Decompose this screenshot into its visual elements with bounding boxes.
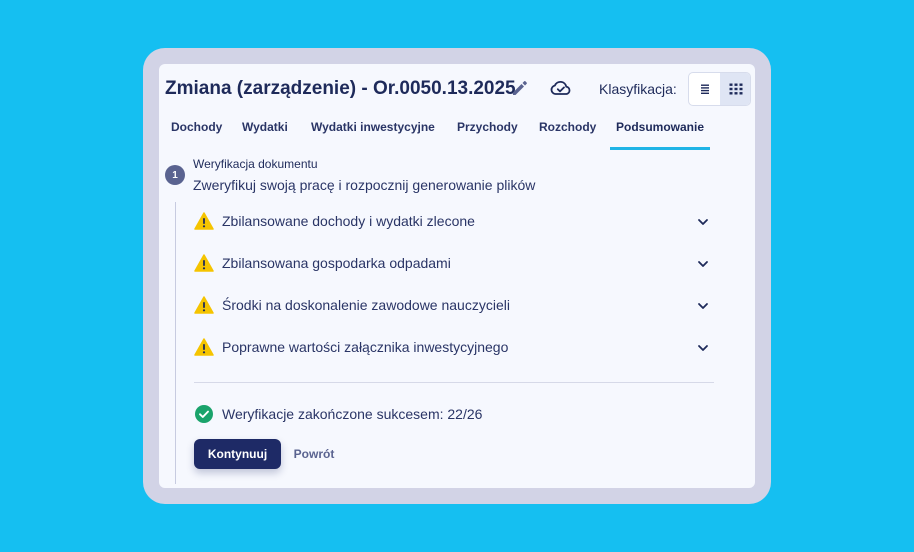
step-description: Zweryfikuj swoją pracę i rozpocznij gene… bbox=[193, 177, 536, 193]
chevron-down-icon[interactable] bbox=[696, 215, 710, 229]
view-toggle bbox=[688, 72, 751, 106]
tab-przychody[interactable]: Przychody bbox=[457, 116, 518, 150]
warning-icon bbox=[194, 338, 214, 356]
page-title: Zmiana (zarządzenie) - Or.0050.13.2025 bbox=[165, 78, 516, 99]
chevron-down-icon[interactable] bbox=[696, 341, 710, 355]
chevron-down-icon[interactable] bbox=[696, 257, 710, 271]
check-item-label: Środki na doskonalenie zawodowe nauczyci… bbox=[222, 297, 510, 313]
check-item[interactable]: Środki na doskonalenie zawodowe nauczyci… bbox=[194, 291, 714, 321]
back-button[interactable]: Powrót bbox=[289, 439, 339, 469]
warning-icon bbox=[194, 254, 214, 272]
active-tab-indicator bbox=[610, 147, 710, 150]
list-view-button[interactable] bbox=[689, 73, 720, 105]
tab-rozchody[interactable]: Rozchody bbox=[539, 116, 596, 150]
check-item-label: Zbilansowana gospodarka odpadami bbox=[222, 255, 451, 271]
step-connector-line bbox=[175, 202, 176, 484]
list-view-icon bbox=[700, 84, 709, 94]
warning-icon bbox=[194, 212, 214, 230]
tab-bar: Dochody Wydatki Wydatki inwestycyjne Prz… bbox=[159, 116, 755, 150]
cloud-check-icon[interactable] bbox=[549, 78, 573, 98]
check-item[interactable]: Poprawne wartości załącznika inwestycyjn… bbox=[194, 333, 714, 363]
document-card: Zmiana (zarządzenie) - Or.0050.13.2025 K… bbox=[159, 64, 755, 488]
grid-view-button[interactable] bbox=[720, 73, 750, 105]
grid-view-icon bbox=[729, 83, 742, 95]
warning-icon bbox=[194, 296, 214, 314]
check-item[interactable]: Zbilansowane dochody i wydatki zlecone bbox=[194, 207, 714, 237]
app-frame: Zmiana (zarządzenie) - Or.0050.13.2025 K… bbox=[143, 48, 771, 504]
check-circle-icon bbox=[195, 405, 213, 423]
tab-wydatki-inwestycyjne[interactable]: Wydatki inwestycyjne bbox=[311, 116, 435, 150]
step-title: Weryfikacja dokumentu bbox=[193, 157, 318, 171]
pencil-icon[interactable] bbox=[510, 78, 530, 98]
check-item[interactable]: Zbilansowana gospodarka odpadami bbox=[194, 249, 714, 279]
tab-dochody[interactable]: Dochody bbox=[171, 116, 222, 150]
header: Zmiana (zarządzenie) - Or.0050.13.2025 K… bbox=[165, 72, 751, 106]
chevron-down-icon[interactable] bbox=[696, 299, 710, 313]
tab-podsumowanie[interactable]: Podsumowanie bbox=[616, 116, 704, 150]
step-number-badge: 1 bbox=[165, 165, 185, 185]
verification-summary: Weryfikacje zakończone sukcesem: 22/26 bbox=[222, 406, 483, 422]
check-item-label: Zbilansowane dochody i wydatki zlecone bbox=[222, 213, 475, 229]
section-divider bbox=[194, 382, 714, 383]
tab-wydatki[interactable]: Wydatki bbox=[242, 116, 288, 150]
check-item-label: Poprawne wartości załącznika inwestycyjn… bbox=[222, 339, 509, 355]
classification-label: Klasyfikacja: bbox=[599, 81, 677, 97]
continue-button[interactable]: Kontynuuj bbox=[194, 439, 281, 469]
